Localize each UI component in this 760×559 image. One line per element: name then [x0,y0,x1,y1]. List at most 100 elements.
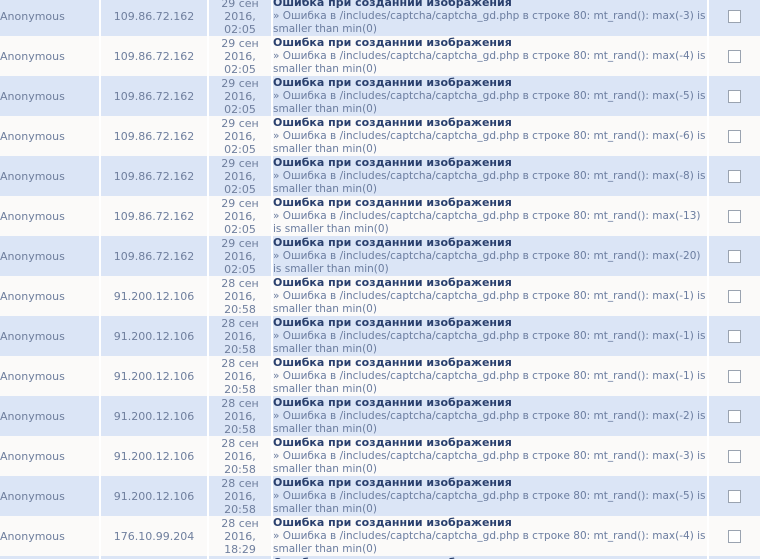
cell-timestamp: 28 сен 2016,18:29 [208,516,273,556]
cell-timestamp: 29 сен 2016, 02:05 [208,36,273,76]
cell-select [708,156,760,196]
cell-error-message: Ошибка при созданнии изображения» Ошибка… [272,516,709,556]
error-detail: » Ошибка в /includes/captcha/captcha_gd.… [273,170,706,195]
cell-ip-address: 109.86.72.162 [100,0,209,36]
cell-username: Anonymous [0,516,101,556]
cell-error-message: Ошибка при созданнии изображения» Ошибка… [272,36,709,76]
cell-error-message: Ошибка при созданнии изображения» Ошибка… [272,0,709,36]
timestamp-time: 02:05 [224,222,256,236]
cell-username: Anonymous [0,316,101,356]
timestamp-time: 20:58 [224,502,256,516]
table-row: Anonymous 91.200.12.106 28 сен 2016, 20:58 О… [0,316,760,356]
cell-select [708,76,760,116]
cell-select [708,276,760,316]
error-detail: » Ошибка в /includes/captcha/captcha_gd.… [273,490,706,515]
error-detail: » Ошибка в /includes/captcha/captcha_gd.… [273,410,706,435]
timestamp-time: 02:05 [224,262,256,276]
cell-error-message: Ошибка при созданнии изображения» Ошибка… [272,156,709,196]
cell-timestamp: 29 сен 2016, 02:05 [208,0,273,36]
table-row: Anonymous 109.86.72.162 29 сен 2016, 02:05 О… [0,36,760,76]
cell-select [708,436,760,476]
cell-username: Anonymous [0,396,101,436]
cell-username: Anonymous [0,236,101,276]
cell-username: Anonymous [0,0,101,36]
row-select-checkbox[interactable] [728,329,741,343]
row-select-checkbox[interactable] [728,9,741,23]
cell-ip-address: 109.86.72.162 [100,76,209,116]
error-title: Ошибка при созданнии изображения [273,76,512,89]
error-detail: » Ошибка в /includes/captcha/captcha_gd.… [273,210,701,235]
row-select-checkbox[interactable] [728,529,741,543]
timestamp-date: 29 сен 2016, [221,0,259,23]
error-title: Ошибка при созданнии изображения [273,156,512,169]
timestamp-time: 20:58 [224,422,256,436]
cell-ip-address: 109.86.72.162 [100,36,209,76]
error-detail: » Ошибка в /includes/captcha/captcha_gd.… [273,290,706,315]
cell-error-message: Ошибка при созданнии изображения» Ошибка… [272,396,709,436]
cell-select [708,0,760,36]
table-row: Anonymous 109.86.72.162 29 сен 2016, 02:05 О… [0,0,760,36]
cell-select [708,356,760,396]
timestamp-date: 29 сен 2016, [221,236,259,263]
cell-timestamp: 28 сен 2016, 20:58 [208,476,273,516]
timestamp-date: 29 сен 2016, [221,196,259,223]
timestamp-date: 28 сен 2016, [221,316,259,343]
error-title: Ошибка при созданнии изображения [273,0,512,9]
table-row: Anonymous 109.86.72.162 29 сен 2016, 02:05 О… [0,156,760,196]
cell-error-message: Ошибка при созданнии изображения» Ошибка… [272,316,709,356]
timestamp-time: 02:05 [224,142,256,156]
cell-error-message: Ошибка при созданнии изображения» Ошибка… [272,236,709,276]
cell-timestamp: 29 сен 2016, 02:05 [208,76,273,116]
cell-select [708,476,760,516]
cell-username: Anonymous [0,276,101,316]
error-title: Ошибка при созданнии изображения [273,356,512,369]
cell-ip-address: 109.86.72.162 [100,116,209,156]
row-select-checkbox[interactable] [728,209,741,223]
table-row: Anonymous 91.200.12.106 28 сен 2016, 20:58 О… [0,276,760,316]
cell-select [708,36,760,76]
row-select-checkbox[interactable] [728,369,741,383]
row-select-checkbox[interactable] [728,489,741,503]
cell-select [708,316,760,356]
cell-select [708,396,760,436]
row-select-checkbox[interactable] [728,169,741,183]
timestamp-date: 28 сен 2016, [221,276,259,303]
row-select-checkbox[interactable] [728,449,741,463]
cell-error-message: Ошибка при созданнии изображения» Ошибка… [272,276,709,316]
cell-timestamp: 28 сен 2016, 20:58 [208,356,273,396]
error-title: Ошибка при созданнии изображения [273,276,512,289]
row-select-checkbox[interactable] [728,289,741,303]
timestamp-date: 28 сен 2016, [221,356,259,383]
timestamp-date: 28 сен 2016, [221,476,259,503]
row-select-checkbox[interactable] [728,129,741,143]
error-title: Ошибка при созданнии изображения [273,316,512,329]
cell-error-message: Ошибка при созданнии изображения» Ошибка… [272,476,709,516]
cell-error-message: Ошибка при созданнии изображения» Ошибка… [272,116,709,156]
timestamp-time: 20:58 [224,342,256,356]
cell-ip-address: 91.200.12.106 [100,396,209,436]
timestamp-time: 20:58 [224,302,256,316]
row-select-checkbox[interactable] [728,89,741,103]
timestamp-date: 29 сен 2016, [221,116,259,143]
cell-username: Anonymous [0,196,101,236]
timestamp-date: 29 сен 2016, [221,76,259,103]
row-select-checkbox[interactable] [728,49,741,63]
error-detail: » Ошибка в /includes/captcha/captcha_gd.… [273,530,706,555]
error-detail: » Ошибка в /includes/captcha/captcha_gd.… [273,90,706,115]
cell-username: Anonymous [0,36,101,76]
cell-select [708,196,760,236]
table-row: Anonymous 109.86.72.162 29 сен 2016, 02:05 О… [0,196,760,236]
timestamp-date: 28 сен 2016, [221,436,259,463]
timestamp-time: 20:58 [224,382,256,396]
row-select-checkbox[interactable] [728,409,741,423]
error-detail: » Ошибка в /includes/captcha/captcha_gd.… [273,10,706,35]
row-select-checkbox[interactable] [728,249,741,263]
error-detail: » Ошибка в /includes/captcha/captcha_gd.… [273,130,706,155]
table-row: Anonymous 91.200.12.106 28 сен 2016, 20:58 О… [0,436,760,476]
error-title: Ошибка при созданнии изображения [273,516,512,529]
error-title: Ошибка при созданнии изображения [273,36,512,49]
error-log-table-scroll-container: Anonymous 109.86.72.162 29 сен 2016, 02:05 О… [0,0,760,559]
cell-ip-address: 91.200.12.106 [100,476,209,516]
error-detail: » Ошибка в /includes/captcha/captcha_gd.… [273,330,706,355]
error-title: Ошибка при созданнии изображения [273,196,512,209]
